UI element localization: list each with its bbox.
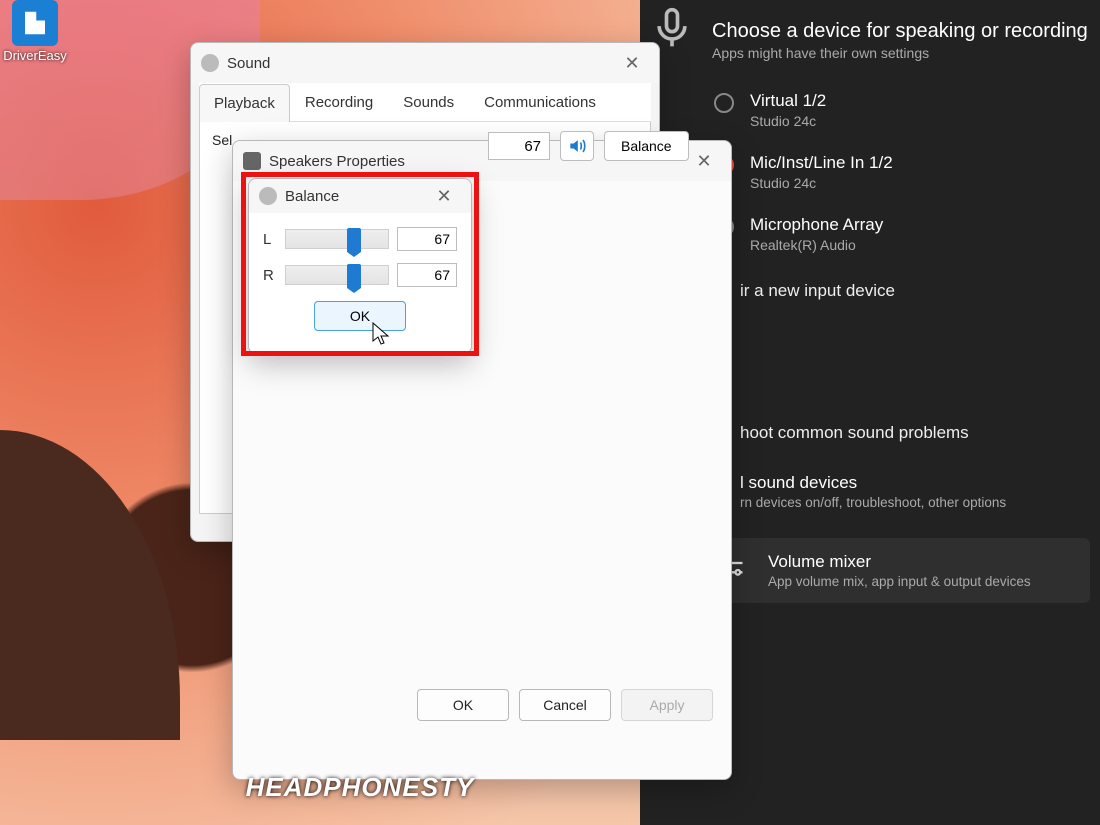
dialog-title: Balance bbox=[285, 188, 339, 205]
speaker-sound-icon bbox=[567, 136, 587, 156]
radio-icon bbox=[714, 93, 734, 113]
ok-button[interactable]: OK bbox=[417, 689, 509, 721]
balance-dialog: Balance ✕ L R OK bbox=[248, 178, 472, 354]
window-title: Speakers Properties bbox=[269, 153, 405, 170]
speaker-icon bbox=[201, 54, 219, 72]
tab-playback[interactable]: Playback bbox=[199, 84, 290, 122]
right-balance-value[interactable] bbox=[397, 263, 457, 287]
left-balance-slider[interactable] bbox=[285, 229, 389, 249]
input-device-row[interactable]: Virtual 1/2 Studio 24c bbox=[640, 79, 1100, 141]
tab-communications[interactable]: Communications bbox=[469, 83, 611, 121]
sound-titlebar[interactable]: Sound ✕ bbox=[191, 43, 659, 83]
cancel-button[interactable]: Cancel bbox=[519, 689, 611, 721]
mute-toggle-button[interactable] bbox=[560, 131, 594, 161]
left-channel-label: L bbox=[263, 231, 277, 248]
pane-hint: Sel bbox=[212, 132, 232, 148]
properties-icon bbox=[243, 152, 261, 170]
balance-button[interactable]: Balance bbox=[604, 131, 689, 161]
desktop-icon-drivereasy[interactable]: DriverEasy bbox=[0, 0, 70, 63]
speaker-icon bbox=[259, 187, 277, 205]
close-icon[interactable]: ✕ bbox=[615, 53, 649, 74]
right-channel-label: R bbox=[263, 267, 277, 284]
level-value-input[interactable] bbox=[488, 132, 550, 160]
drivereasy-icon bbox=[12, 0, 58, 46]
balance-ok-button[interactable]: OK bbox=[314, 301, 406, 331]
close-icon[interactable]: ✕ bbox=[687, 151, 721, 172]
tab-recording[interactable]: Recording bbox=[290, 83, 388, 121]
window-title: Sound bbox=[227, 55, 270, 72]
volume-mixer-row[interactable]: Volume mixer App volume mix, app input &… bbox=[696, 538, 1090, 603]
settings-input-subheader: Apps might have their own settings bbox=[712, 45, 1100, 61]
settings-input-header: Choose a device for speaking or recordin… bbox=[712, 20, 1100, 43]
balance-titlebar[interactable]: Balance ✕ bbox=[249, 179, 471, 213]
watermark-text: HEADPHONESTY bbox=[0, 772, 720, 803]
close-icon[interactable]: ✕ bbox=[427, 186, 461, 207]
levels-controls: Balance bbox=[488, 131, 689, 161]
apply-button[interactable]: Apply bbox=[621, 689, 713, 721]
right-balance-slider[interactable] bbox=[285, 265, 389, 285]
desktop-icon-label: DriverEasy bbox=[0, 48, 70, 63]
sound-tabs: Playback Recording Sounds Communications bbox=[199, 83, 651, 122]
left-balance-value[interactable] bbox=[397, 227, 457, 251]
tab-sounds[interactable]: Sounds bbox=[388, 83, 469, 121]
